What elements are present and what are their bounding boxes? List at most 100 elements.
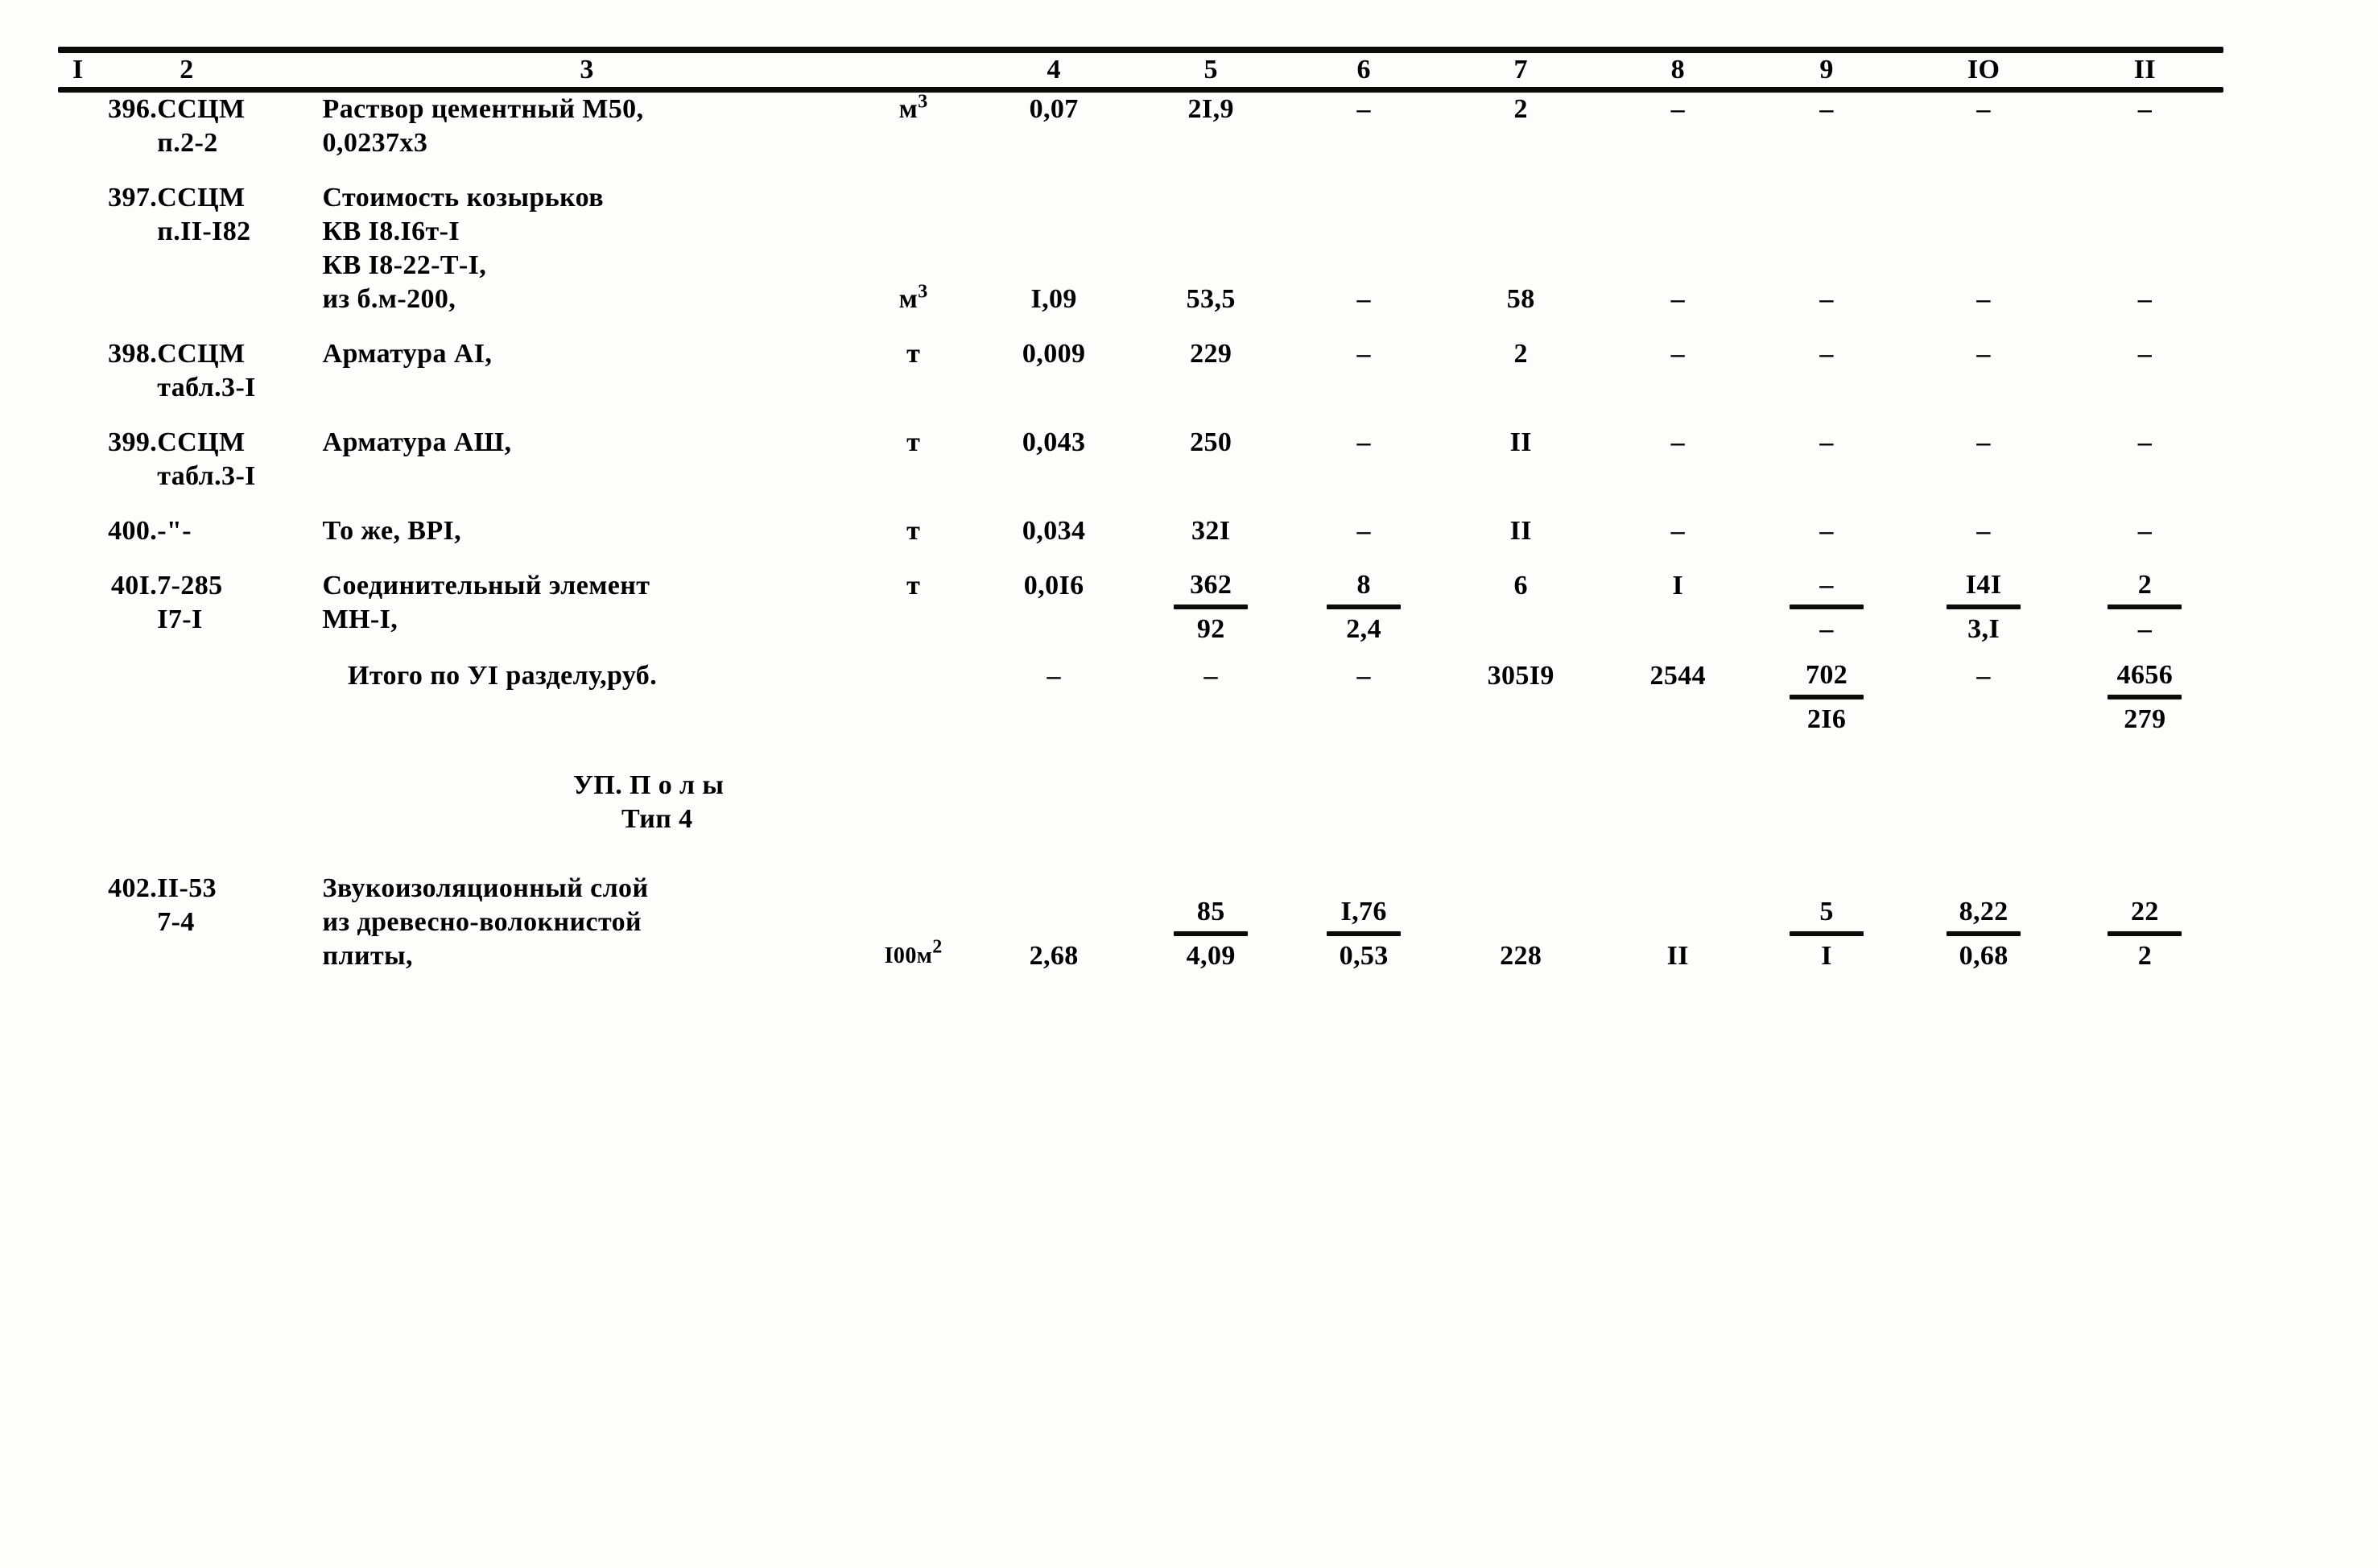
total-col-9: 702 2I6 xyxy=(1753,659,1901,737)
row-col-4: 0,034 xyxy=(1022,516,1086,546)
column-header-9: 9 xyxy=(1819,55,1834,85)
row-col-11: – xyxy=(2137,94,2153,124)
estimate-table-area: I 2 3 4 5 6 7 8 9 IO II 396. ССЦМ п.2-2 … xyxy=(58,47,2231,986)
row-spacer xyxy=(58,646,2223,659)
row-col-6: – xyxy=(1356,427,1371,457)
row-col-11: 22 2 xyxy=(2066,872,2223,973)
fraction-numerator: 702 xyxy=(1805,660,1848,690)
row-col-4: 0,07 xyxy=(1029,94,1079,124)
total-col-4: – xyxy=(1047,661,1061,691)
fraction-bar xyxy=(1327,605,1402,609)
unit-text: I00м xyxy=(884,943,933,968)
row-code: ССЦМ табл.3-I xyxy=(157,339,256,402)
row-col-9: – xyxy=(1819,284,1834,314)
section-title: УП. П о л ы xyxy=(573,770,725,800)
table-row: 399. ССЦМ табл.3-I Арматура АШ, т 0,043 250 – I… xyxy=(58,426,2223,493)
fraction-denominator: 2,4 xyxy=(1346,614,1381,644)
fraction-value: 702 2I6 xyxy=(1788,659,1865,736)
row-number: 402. xyxy=(108,873,158,903)
row-description: Арматура АI, xyxy=(322,339,493,369)
unit-text: м xyxy=(898,94,919,124)
row-col-8: I xyxy=(1672,571,1684,600)
right-margin: ТП 411-2-183.87 (УШ) 65 80-629 xyxy=(2241,0,2378,1568)
row-unit: т xyxy=(852,426,976,493)
row-unit: т xyxy=(852,569,976,646)
row-col-11: – xyxy=(2137,339,2153,369)
fraction-value: 4656 279 xyxy=(2106,659,2183,736)
row-col-6: – xyxy=(1356,339,1371,369)
fraction-value: I4I 3,I xyxy=(1945,569,2022,646)
row-unit: I00м2 xyxy=(852,872,976,973)
row-description: Соединительный элемент МН-I, xyxy=(322,571,650,634)
row-col-11: – xyxy=(2137,284,2153,314)
row-number: 399. xyxy=(108,427,158,457)
table-row: 400. -"- То же, ВРI, т 0,034 32I – II – – – – xyxy=(58,514,2223,548)
row-unit: м3 xyxy=(852,181,976,316)
row-code: II-53 7-4 xyxy=(157,873,217,937)
row-col-10: – xyxy=(1976,284,1991,314)
row-col-9: – – xyxy=(1753,569,1901,646)
row-spacer-cell xyxy=(58,405,2223,426)
unit-text: т xyxy=(906,571,921,600)
row-col-10: – xyxy=(1976,427,1991,457)
row-number: 40I. xyxy=(110,571,158,600)
row-col-9: – xyxy=(1819,427,1834,457)
row-col-11: 2– xyxy=(2066,569,2223,646)
row-code: -"- xyxy=(157,516,192,546)
row-col-8: – xyxy=(1670,427,1685,457)
fraction-bar xyxy=(2108,605,2182,609)
fraction-denominator: – xyxy=(2137,614,2153,644)
unit-text: т xyxy=(906,339,921,369)
column-header-10: IO xyxy=(1967,55,2000,85)
unit-exponent: 3 xyxy=(918,281,928,303)
row-col-10: – xyxy=(1976,516,1991,546)
fraction-value: 362 92 xyxy=(1172,569,1249,646)
row-col-5: 53,5 xyxy=(1186,284,1236,314)
row-col-4: 0,043 xyxy=(1022,427,1086,457)
fraction-bar xyxy=(1790,695,1864,699)
row-col-7: 228 xyxy=(1500,941,1542,971)
fraction-numerator: 8 xyxy=(1356,570,1371,600)
unit-text: т xyxy=(906,516,921,546)
row-spacer-cell xyxy=(58,745,2223,769)
fraction-denominator: 2I6 xyxy=(1806,704,1847,734)
fraction-denominator: – xyxy=(1819,614,1834,644)
column-header-4: 4 xyxy=(1047,55,1061,85)
fraction-denominator: 2 xyxy=(2137,941,2153,971)
row-col-10: I4I 3,I xyxy=(1901,569,2066,646)
column-header-8: 8 xyxy=(1670,55,1685,85)
fraction-denominator: 279 xyxy=(2124,704,2166,734)
row-unit: т xyxy=(852,337,976,405)
row-description: Звукоизоляционный слой из древесно-волок… xyxy=(322,873,649,971)
fraction-bar xyxy=(2108,695,2182,699)
unit-text: м xyxy=(898,284,919,314)
row-col-10: – xyxy=(1976,339,1991,369)
total-col-8: 2544 xyxy=(1649,661,1707,691)
fraction-numerator: 5 xyxy=(1819,897,1834,926)
row-col-6: I,76 0,53 xyxy=(1290,872,1439,973)
unit-exponent: 2 xyxy=(932,936,943,958)
column-header-7: 7 xyxy=(1513,55,1528,85)
row-col-4: 0,009 xyxy=(1022,339,1086,369)
fraction-value: 8,22 0,68 xyxy=(1945,896,2022,972)
row-number: 398. xyxy=(108,339,158,369)
row-unit: м3 xyxy=(852,93,976,160)
row-col-6: – xyxy=(1356,94,1371,124)
row-code: ССЦМ п.2-2 xyxy=(157,94,246,158)
fraction-bar xyxy=(1947,605,2021,609)
document-page: I 2 3 4 5 6 7 8 9 IO II 396. ССЦМ п.2-2 … xyxy=(0,0,2378,1568)
fraction-numerator: 8,22 xyxy=(1959,897,2009,926)
row-description: То же, ВРI, xyxy=(322,516,462,546)
fraction-numerator: – xyxy=(1819,570,1834,600)
row-col-9: – xyxy=(1819,94,1834,124)
fraction-bar xyxy=(1790,931,1864,936)
fraction-numerator: 85 xyxy=(1196,897,1225,926)
row-spacer-cell xyxy=(58,493,2223,514)
row-spacer-cell xyxy=(58,836,2223,872)
row-spacer xyxy=(58,160,2223,181)
row-spacer xyxy=(58,737,2223,745)
fraction-bar xyxy=(1327,931,1402,936)
table-row: 40I. 7-285 I7-I Соединительный элемент МН-… xyxy=(58,569,2223,646)
fraction-bar xyxy=(2108,931,2182,936)
row-number: 397. xyxy=(108,183,158,213)
